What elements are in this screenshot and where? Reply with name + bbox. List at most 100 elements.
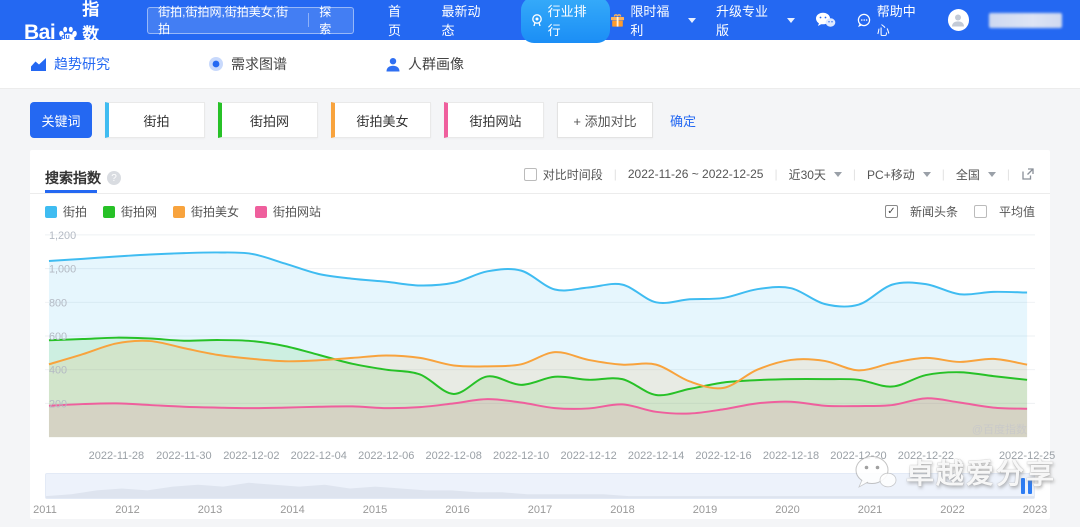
year-label: 2013 — [198, 504, 222, 516]
svg-text:600: 600 — [49, 331, 67, 343]
search-divider — [308, 13, 309, 27]
x-axis-label: 2022-12-06 — [358, 450, 414, 462]
chevron-down-icon — [834, 172, 842, 177]
tab-trend-research[interactable]: 趋势研究 — [30, 54, 110, 74]
x-axis-label: 2022-12-10 — [493, 450, 549, 462]
year-label: 2022 — [940, 504, 964, 516]
explore-button[interactable]: 探索 — [319, 3, 343, 37]
chart-legend: 街拍 街拍网 街拍美女 街拍网站 — [45, 203, 321, 220]
help-question-icon[interactable]: ? — [107, 171, 121, 185]
timeline-slider[interactable] — [45, 473, 1035, 499]
legend-item-jiepaiwang[interactable]: 街拍网 — [103, 203, 157, 220]
top-navbar: Bai du 指数 街拍,街拍网,街拍美女,街拍 探索 首页 最新动态 — [0, 0, 1080, 40]
panel-title-wrap: 搜索指数 ? — [45, 163, 121, 193]
x-axis-label: 2022-12-16 — [695, 450, 751, 462]
checkbox-icon[interactable] — [974, 205, 987, 218]
legend-item-jiepai[interactable]: 街拍 — [45, 203, 87, 220]
legend-row: 街拍 街拍网 街拍美女 街拍网站 ✓新闻头条 平均值 — [30, 194, 1050, 223]
radar-dot-icon — [208, 56, 224, 72]
chevron-down-icon — [787, 18, 795, 23]
gift-icon — [610, 13, 625, 27]
x-axis-label: 2022-12-04 — [291, 450, 347, 462]
chevron-down-icon — [988, 172, 996, 177]
x-axis-labels: 2022-11-282022-11-302022-12-022022-12-04… — [45, 447, 1035, 465]
chevron-down-icon — [688, 18, 696, 23]
svg-text:400: 400 — [49, 365, 67, 377]
svg-text:800: 800 — [49, 297, 67, 309]
checkbox-checked-icon[interactable]: ✓ — [885, 205, 898, 218]
timeline-year-labels: 2011201220132014201520162017201820192020… — [45, 503, 1035, 519]
x-axis-label: 2022-11-30 — [156, 450, 211, 462]
svg-text:1,200: 1,200 — [49, 230, 76, 242]
x-axis-label: 2022-12-14 — [628, 450, 684, 462]
legend-swatch — [103, 206, 115, 218]
nav-industry-ranking[interactable]: 行业排行 — [521, 0, 611, 43]
help-center[interactable]: 帮助中心 — [856, 1, 928, 39]
legend-swatch — [45, 206, 57, 218]
date-range[interactable]: 2022-11-26 ~ 2022-12-25 — [628, 167, 764, 181]
baidu-paw-icon: du — [57, 25, 79, 47]
legend-item-jiepaiwangzhan[interactable]: 街拍网站 — [255, 203, 321, 220]
x-axis-label: 2022-11-28 — [89, 450, 144, 462]
person-icon — [385, 57, 401, 72]
username-blurred — [989, 13, 1062, 28]
keyword-search-box[interactable]: 街拍,街拍网,街拍美女,街拍 探索 — [147, 7, 354, 34]
tab-demand-map[interactable]: 需求图谱 — [208, 54, 287, 74]
news-headlines-toggle[interactable]: ✓新闻头条 — [885, 203, 958, 220]
limited-time-benefits[interactable]: 限时福利 — [610, 1, 696, 39]
logo-text-zhishu: 指数 — [82, 0, 115, 45]
upgrade-pro[interactable]: 升级专业版 — [716, 1, 795, 39]
x-axis-label: 2022-12-08 — [426, 450, 482, 462]
trend-chart-svg: 200 400 600 800 1,000 1,200 — [45, 227, 1035, 445]
year-label: 2017 — [528, 504, 552, 516]
svg-text:200: 200 — [49, 398, 67, 410]
help-bubble-icon — [856, 13, 872, 28]
ranking-badge-icon — [530, 13, 544, 27]
compare-period-checkbox[interactable]: 对比时间段 — [524, 166, 603, 183]
average-toggle[interactable]: 平均值 — [974, 203, 1035, 220]
year-label: 2011 — [33, 504, 57, 516]
keyword-chip-jiepaimeinv[interactable]: 街拍美女 — [331, 102, 431, 138]
region-select[interactable]: 全国 — [956, 166, 996, 183]
svg-text:1,000: 1,000 — [49, 264, 76, 276]
x-axis-label: 2022-12-25 — [999, 450, 1055, 462]
legend-swatch — [173, 206, 185, 218]
nav-home[interactable]: 首页 — [388, 1, 414, 39]
panel-header: 搜索指数 ? 对比时间段 | 2022-11-26 ~ 2022-12-25 |… — [30, 150, 1050, 194]
keyword-chip-jiepaiwangzhan[interactable]: 街拍网站 — [444, 102, 544, 138]
avatar[interactable] — [948, 9, 970, 31]
nav-latest-news[interactable]: 最新动态 — [441, 1, 492, 39]
keyword-label-button[interactable]: 关键词 — [30, 102, 92, 138]
checkbox-icon[interactable] — [524, 168, 537, 181]
baidu-index-logo[interactable]: Bai du 指数 — [24, 0, 115, 45]
search-input-value[interactable]: 街拍,街拍网,街拍美女,街拍 — [158, 3, 298, 37]
topbar-right: 限时福利 升级专业版 — [610, 1, 1062, 39]
overlay-toggles: ✓新闻头条 平均值 — [885, 203, 1035, 220]
x-axis-label: 2022-12-22 — [898, 450, 954, 462]
legend-item-jiepaimeinv[interactable]: 街拍美女 — [173, 203, 239, 220]
year-label: 2020 — [775, 504, 799, 516]
year-label: 2021 — [858, 504, 882, 516]
timeline-handle[interactable] — [1021, 478, 1032, 494]
baidu-index-watermark: @百度指数 — [972, 421, 1027, 437]
external-link-icon[interactable] — [1021, 167, 1035, 181]
confirm-button[interactable]: 确定 — [670, 111, 696, 130]
chevron-down-icon — [923, 172, 931, 177]
feature-tabs: 趋势研究 需求图谱 人群画像 — [0, 40, 1080, 88]
wechat-icon[interactable] — [815, 12, 836, 28]
trend-chart-icon — [30, 57, 47, 72]
year-label: 2023 — [1023, 504, 1047, 516]
trend-chart[interactable]: 200 400 600 800 1,000 1,200 @百度指数 — [45, 227, 1035, 445]
keyword-chip-jiepaiwang[interactable]: 街拍网 — [218, 102, 318, 138]
keyword-chip-jiepai[interactable]: 街拍 — [105, 102, 205, 138]
x-axis-label: 2022-12-20 — [830, 450, 886, 462]
top-navigation: 首页 最新动态 行业排行 — [388, 0, 610, 43]
device-select[interactable]: PC+移动 — [867, 166, 931, 183]
baidu-index-page: Bai du 指数 街拍,街拍网,街拍美女,街拍 探索 首页 最新动态 — [0, 0, 1080, 519]
legend-swatch — [255, 206, 267, 218]
logo-text-du: du — [61, 34, 70, 41]
add-compare-button[interactable]: + 添加对比 — [557, 102, 653, 138]
tab-audience-profile[interactable]: 人群画像 — [385, 54, 464, 74]
time-range-select[interactable]: 近30天 — [789, 166, 842, 183]
year-label: 2014 — [280, 504, 304, 516]
